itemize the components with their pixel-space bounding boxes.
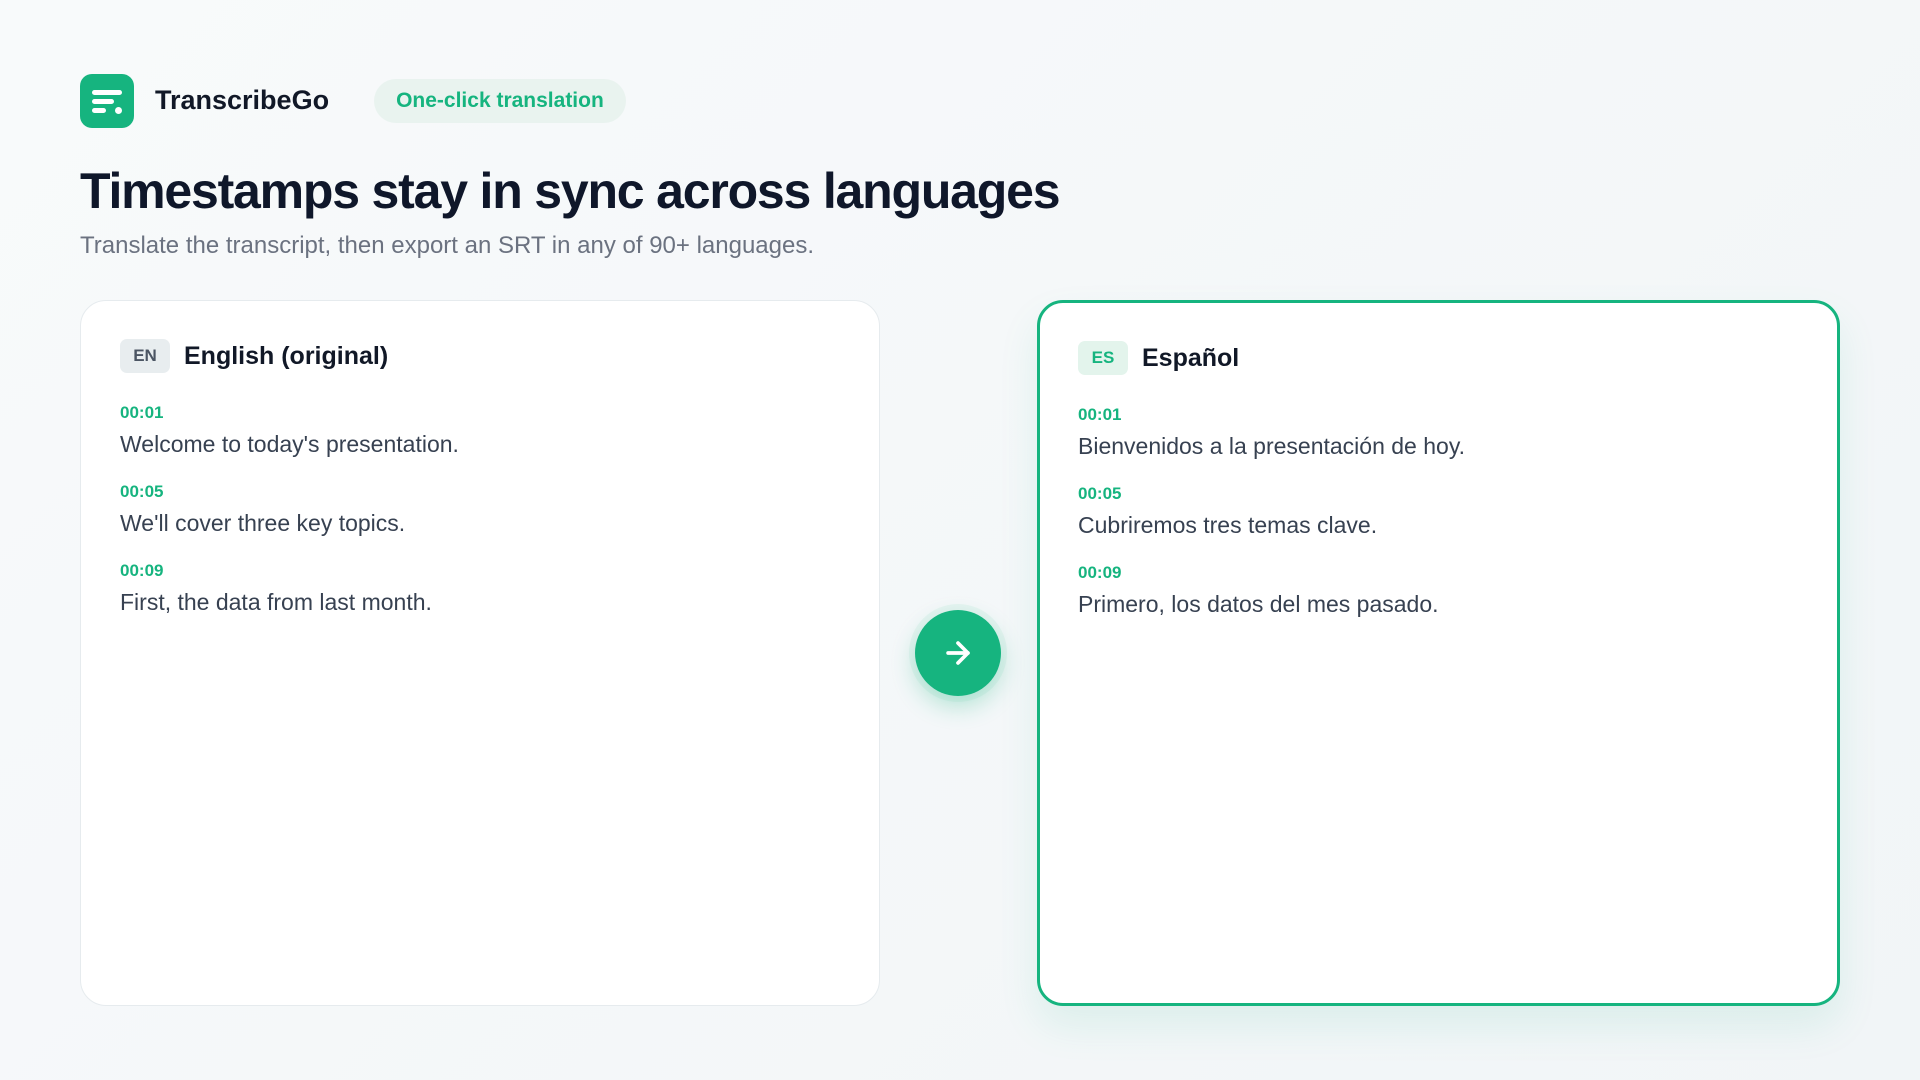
segment-text: First, the data from last month.	[120, 589, 432, 615]
header: TranscribeGo One-click translation	[80, 73, 626, 128]
timestamp: 00:05	[1078, 484, 1122, 503]
timestamp: 00:01	[1078, 405, 1122, 424]
translated-transcript-card: ES Español 00:01 Bienvenidos a la presen…	[1037, 300, 1840, 1006]
target-segment-list: 00:01 Bienvenidos a la presentación de h…	[1078, 403, 1465, 640]
translate-button[interactable]	[915, 610, 1001, 696]
source-language-code: EN	[120, 339, 170, 373]
page-title: Timestamps stay in sync across languages	[80, 163, 1061, 219]
arrow-right-icon	[946, 641, 970, 665]
source-segment: 00:05 We'll cover three key topics.	[120, 480, 459, 559]
segment-text: Welcome to today's presentation.	[120, 431, 459, 457]
timestamp: 00:09	[1078, 563, 1122, 582]
target-segment: 00:05 Cubriremos tres temas clave.	[1078, 482, 1465, 561]
brand-name: TranscribeGo	[155, 85, 330, 115]
source-card-header: EN English (original)	[120, 339, 388, 373]
source-segment: 00:01 Welcome to today's presentation.	[120, 401, 459, 480]
target-language-code: ES	[1078, 341, 1128, 375]
transcript-lines-icon	[80, 73, 134, 128]
segment-text: Primero, los datos del mes pasado.	[1078, 591, 1439, 617]
source-segment: 00:09 First, the data from last month.	[120, 559, 459, 638]
timestamp: 00:05	[120, 482, 164, 501]
target-segment: 00:01 Bienvenidos a la presentación de h…	[1078, 403, 1465, 482]
segment-text: Cubriremos tres temas clave.	[1078, 512, 1378, 538]
segment-text: Bienvenidos a la presentación de hoy.	[1078, 433, 1466, 459]
feature-badge: One-click translation	[374, 78, 626, 123]
target-card-header: ES Español	[1078, 341, 1239, 375]
segment-text: We'll cover three key topics.	[120, 510, 406, 536]
feature-badge-label: One-click translation	[396, 88, 604, 112]
target-segment: 00:09 Primero, los datos del mes pasado.	[1078, 561, 1465, 640]
target-language-name: Español	[1142, 343, 1240, 372]
page: TranscribeGo One-click translation Times…	[0, 0, 1920, 1080]
source-transcript-card: EN English (original) 00:01 Welcome to t…	[80, 300, 880, 1006]
source-language-name: English (original)	[184, 341, 389, 370]
source-segment-list: 00:01 Welcome to today's presentation. 0…	[120, 401, 459, 638]
timestamp: 00:01	[120, 403, 164, 422]
timestamp: 00:09	[120, 561, 164, 580]
page-subtitle: Translate the transcript, then export an…	[80, 232, 815, 259]
